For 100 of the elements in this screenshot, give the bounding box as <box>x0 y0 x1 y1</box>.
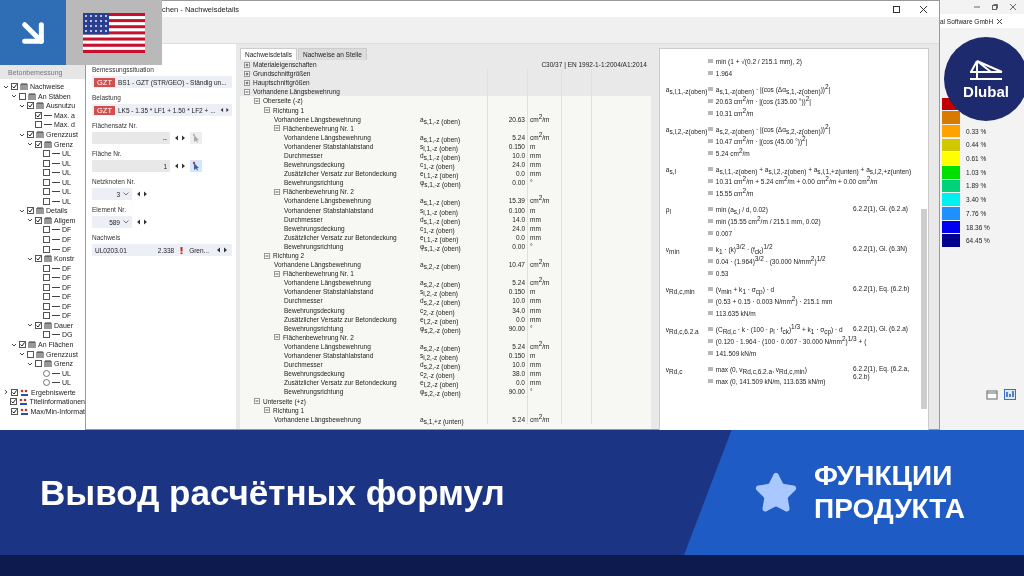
chevron-icon[interactable] <box>19 102 25 109</box>
collapse-icon[interactable] <box>274 270 280 277</box>
line-icon <box>52 238 60 241</box>
collapse-icon[interactable] <box>264 252 270 259</box>
restore-icon[interactable] <box>992 4 998 10</box>
chart-icon[interactable] <box>1004 389 1016 400</box>
checkbox[interactable] <box>11 83 18 91</box>
warning-icon <box>180 246 184 254</box>
bridge-icon <box>969 58 1003 81</box>
chevron-icon[interactable] <box>11 93 17 100</box>
checkbox[interactable] <box>43 159 50 167</box>
arrow-buttons[interactable] <box>218 105 230 115</box>
chevron-icon[interactable] <box>19 351 25 358</box>
checkbox[interactable] <box>43 178 50 186</box>
chevron-icon[interactable] <box>27 217 33 224</box>
chevron-icon[interactable] <box>27 360 33 367</box>
radio-button[interactable] <box>43 379 50 387</box>
checkbox[interactable] <box>43 197 50 205</box>
frame-icon <box>44 140 52 148</box>
checkbox[interactable] <box>43 236 50 243</box>
chevron-icon[interactable] <box>3 83 9 90</box>
chevron-icon[interactable] <box>11 341 17 348</box>
line-icon <box>52 266 60 270</box>
checkbox[interactable] <box>35 111 42 119</box>
line-icon <box>52 295 60 299</box>
collapse-icon[interactable] <box>274 188 280 195</box>
collapse-icon[interactable] <box>264 107 270 113</box>
checkbox[interactable] <box>35 360 42 368</box>
line-icon <box>52 152 60 156</box>
expand-icon[interactable] <box>244 70 250 77</box>
close-icon[interactable] <box>920 5 927 13</box>
frame-icon <box>44 360 52 368</box>
frame-icon <box>44 321 52 329</box>
arrow-buttons[interactable] <box>135 189 149 199</box>
checkbox[interactable] <box>27 350 34 358</box>
line-icon <box>52 285 60 289</box>
collapse-icon[interactable] <box>264 407 270 414</box>
checkbox[interactable] <box>43 274 50 282</box>
checkbox[interactable] <box>35 321 42 329</box>
checkbox[interactable] <box>43 283 50 291</box>
checkbox[interactable] <box>35 216 42 224</box>
checkbox[interactable] <box>27 131 34 138</box>
close-icon[interactable] <box>997 18 1003 24</box>
checkbox[interactable] <box>19 92 26 100</box>
collapse-icon[interactable] <box>254 398 260 404</box>
checkbox[interactable] <box>43 312 50 320</box>
line-icon <box>52 199 60 203</box>
checkbox[interactable] <box>35 255 42 263</box>
pick-icon[interactable] <box>190 160 202 172</box>
chevron-icon[interactable] <box>27 322 33 329</box>
line-icon <box>52 190 60 194</box>
checkbox[interactable] <box>43 169 50 177</box>
checkbox[interactable] <box>43 264 50 272</box>
maximize-icon[interactable] <box>893 5 900 13</box>
chevron-icon[interactable] <box>19 131 25 138</box>
frame-icon <box>44 255 52 263</box>
collapse-icon[interactable] <box>254 97 260 104</box>
checkbox[interactable] <box>43 293 50 301</box>
arrow-buttons[interactable] <box>135 217 149 227</box>
line-icon <box>52 171 60 175</box>
checkbox[interactable] <box>43 302 50 310</box>
flag-icon <box>83 12 145 53</box>
line-icon <box>52 371 60 375</box>
arrow-buttons[interactable] <box>215 245 229 255</box>
line-icon <box>44 123 52 127</box>
expand-icon[interactable] <box>244 61 250 68</box>
collapse-icon[interactable] <box>274 334 280 341</box>
arrow-buttons[interactable] <box>173 161 187 171</box>
line-icon <box>52 247 60 251</box>
checkbox[interactable] <box>11 388 18 396</box>
checkbox[interactable] <box>35 121 42 129</box>
collapse-icon[interactable] <box>274 125 280 132</box>
chevron-icon[interactable] <box>27 255 33 262</box>
checkbox[interactable] <box>35 140 42 148</box>
checkbox[interactable] <box>43 188 50 196</box>
chevron-icon <box>123 220 129 224</box>
line-icon <box>44 113 52 117</box>
checkbox[interactable] <box>10 398 18 406</box>
chevron-icon[interactable] <box>3 389 9 396</box>
tag-text: ФУНКЦИИ <box>814 460 954 493</box>
radio-button[interactable] <box>43 369 50 377</box>
line-icon <box>52 333 60 337</box>
arrow-buttons[interactable] <box>173 133 187 143</box>
checkbox[interactable] <box>43 226 50 234</box>
checkbox[interactable] <box>27 102 34 110</box>
expand-icon[interactable] <box>244 79 250 86</box>
checkbox[interactable] <box>43 150 50 158</box>
checkbox[interactable] <box>43 245 50 253</box>
checkbox[interactable] <box>27 207 34 215</box>
scrollbar-thumb[interactable] <box>921 209 927 409</box>
window-icon[interactable] <box>986 389 998 400</box>
collapse-icon[interactable] <box>244 88 250 95</box>
frame-icon <box>36 131 44 138</box>
chevron-icon[interactable] <box>19 207 25 214</box>
chevron-icon[interactable] <box>27 141 33 148</box>
checkbox[interactable] <box>10 407 18 415</box>
checkbox[interactable] <box>43 331 50 339</box>
checkbox[interactable] <box>19 341 26 349</box>
result-icon <box>20 388 29 396</box>
frame-icon <box>36 102 44 110</box>
